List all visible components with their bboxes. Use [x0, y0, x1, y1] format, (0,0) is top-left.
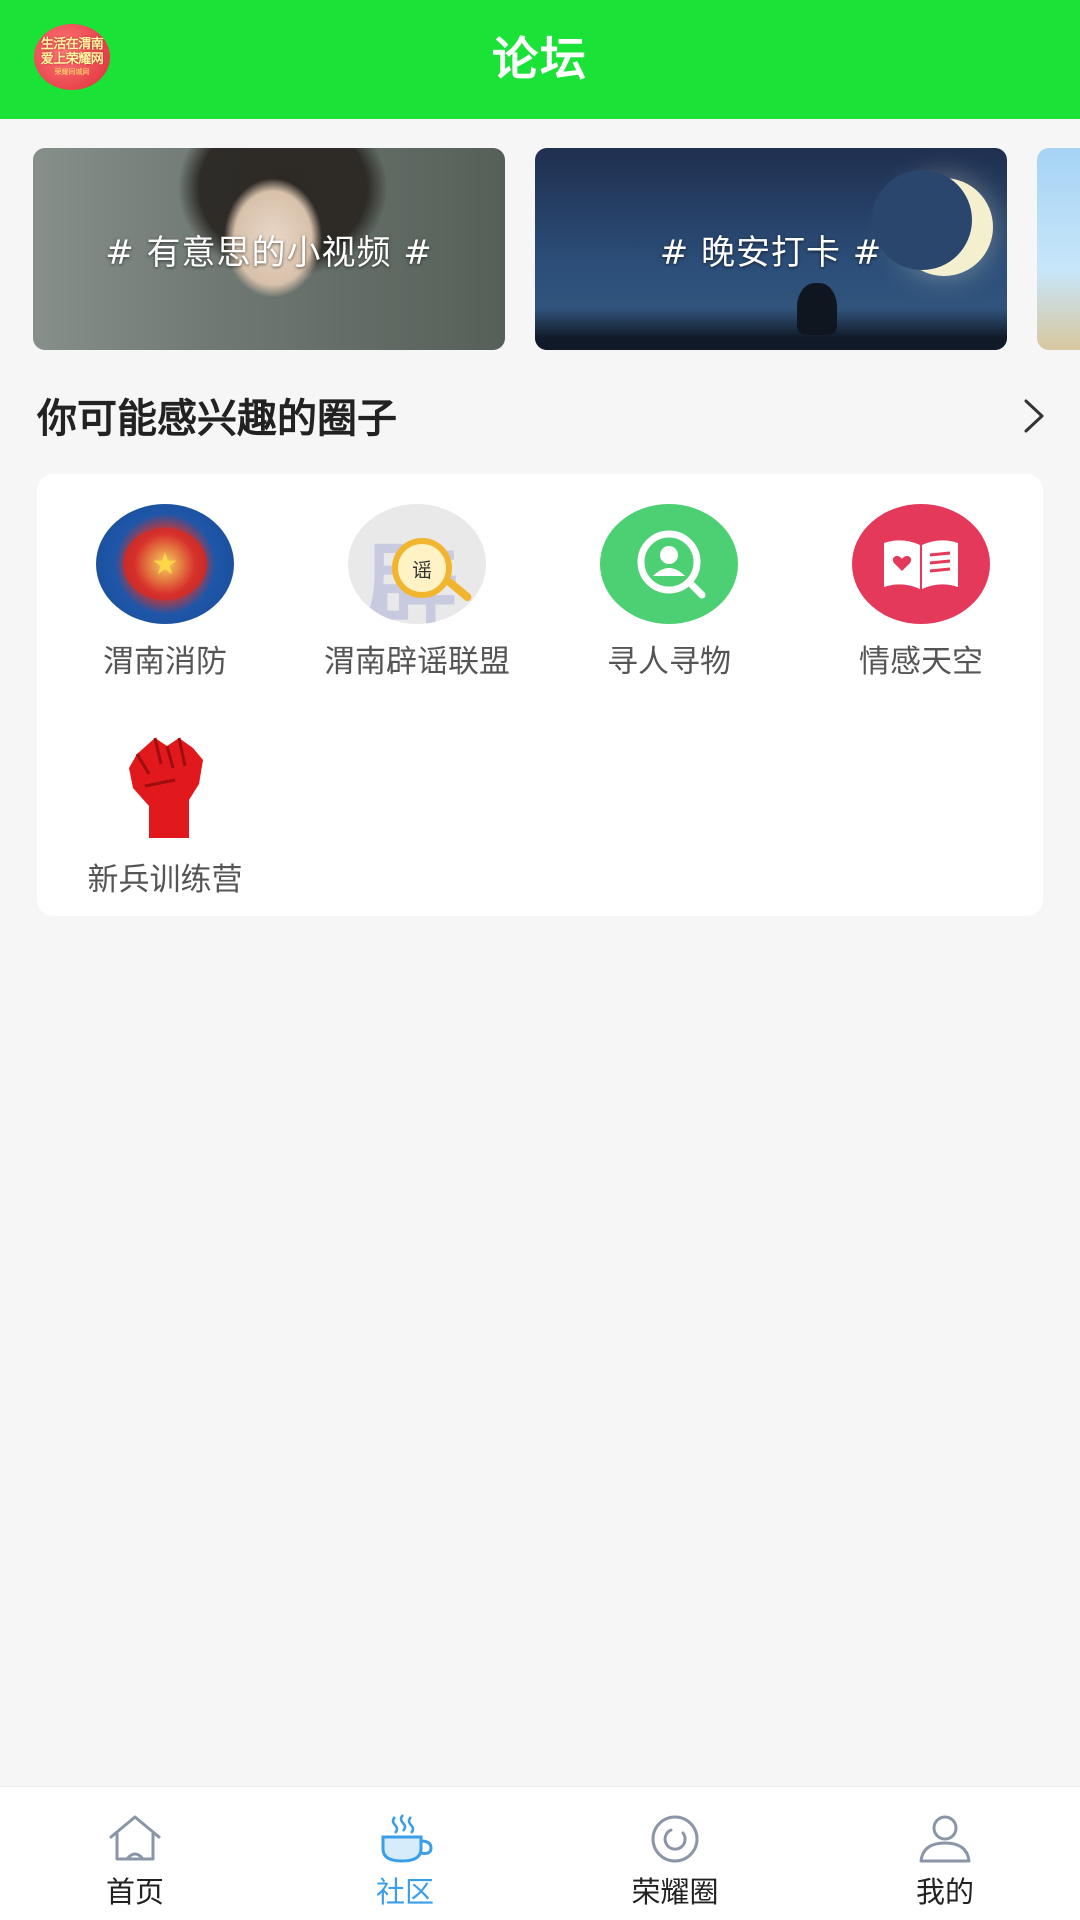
home-icon: [109, 1815, 161, 1861]
circle-label: 渭南消防: [103, 644, 227, 680]
tab-label: 我的: [915, 1875, 974, 1909]
tab-community[interactable]: 社区: [270, 1787, 540, 1920]
app-root: 生活在渭南 爱上荣耀网 荣耀同城网 论坛 # 有意思的小视频 # # 晚安打卡 …: [0, 0, 1080, 1920]
bottom-tab-bar: 首页 社区 荣耀圈 我的: [0, 1786, 1080, 1920]
tab-honor-circle[interactable]: 荣耀圈: [540, 1787, 810, 1920]
fire-rescue-emblem-icon: ★: [96, 504, 234, 624]
topic-banner-carousel[interactable]: # 有意思的小视频 # # 晚安打卡 #: [0, 148, 1080, 352]
heart-book-icon: [852, 504, 990, 624]
circle-label: 情感天空: [859, 644, 983, 680]
raised-fist-icon: [96, 722, 234, 842]
person-search-icon: [600, 504, 738, 624]
topic-banner-goodnight[interactable]: # 晚安打卡 #: [535, 148, 1007, 350]
magnifier-lens: 谣: [392, 538, 452, 598]
user-icon: [919, 1815, 971, 1863]
circles-card: ★ 渭南消防 辟 谣 渭南辟谣联盟: [37, 474, 1043, 916]
circle-item-find[interactable]: 寻人寻物: [549, 504, 789, 694]
page-title: 论坛: [492, 32, 588, 86]
circle-label: 新兵训练营: [87, 862, 243, 898]
circle-label: 渭南辟谣联盟: [324, 644, 510, 680]
top-header: 生活在渭南 爱上荣耀网 荣耀同城网 论坛: [0, 0, 1080, 119]
tab-mine[interactable]: 我的: [810, 1787, 1080, 1920]
tab-label: 社区: [375, 1875, 434, 1909]
circle-refresh-icon: [651, 1815, 699, 1863]
tab-home[interactable]: 首页: [0, 1787, 270, 1920]
rumor-magnifier-icon: 辟 谣: [348, 504, 486, 624]
topic-banner-label: # 晚安打卡 #: [659, 232, 883, 273]
coffee-cup-icon: [381, 1814, 433, 1863]
tab-label: 首页: [105, 1875, 164, 1909]
tab-label: 荣耀圈: [631, 1875, 719, 1909]
topic-banner-funny-videos[interactable]: # 有意思的小视频 #: [33, 148, 505, 350]
circle-item-love[interactable]: 情感天空: [801, 504, 1041, 694]
chevron-right-icon[interactable]: [1020, 398, 1048, 434]
section-title: 你可能感兴趣的圈子: [37, 396, 397, 442]
circle-label: 寻人寻物: [607, 644, 731, 680]
rumor-small-glyph: 谣: [412, 557, 432, 582]
topic-banner-partial[interactable]: [1037, 148, 1080, 350]
circle-item-recruit[interactable]: 新兵训练营: [45, 722, 285, 912]
circle-item-fire[interactable]: ★ 渭南消防: [45, 504, 285, 694]
topic-banner-label: # 有意思的小视频 #: [105, 232, 433, 273]
circle-item-rumor[interactable]: 辟 谣 渭南辟谣联盟: [297, 504, 537, 694]
